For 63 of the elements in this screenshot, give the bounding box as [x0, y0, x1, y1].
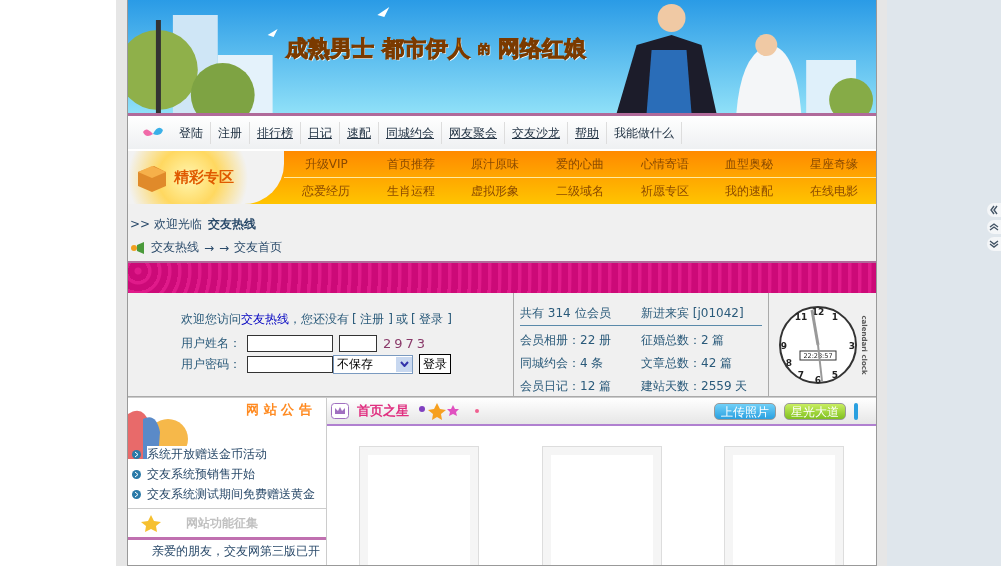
scroll-down-button[interactable] [987, 237, 1001, 251]
bullet-icon [132, 489, 141, 499]
stat-text: 文章总数：42 篇 [641, 355, 734, 372]
zone-link[interactable]: 二级域名 [537, 182, 623, 200]
nav-link[interactable]: 日记 [301, 121, 340, 144]
stat-text: 征婚总数：2 篇 [641, 332, 726, 349]
password-field[interactable] [247, 355, 333, 373]
zone-link[interactable]: 恋爱经历 [284, 182, 369, 200]
scroll-up-button[interactable] [987, 220, 1001, 234]
feature-title: 网站功能征集 [186, 514, 258, 532]
field-label: 用户姓名： [181, 335, 241, 352]
stat-text: 会员相册：22 册 [520, 332, 613, 349]
login-button[interactable]: 登录 [419, 354, 451, 374]
or-text: 或 [396, 311, 408, 328]
nav-link[interactable]: 同城约会 [379, 121, 442, 144]
bullet-icon [132, 449, 141, 459]
breadcrumb-link[interactable]: 交友首页 [234, 239, 283, 256]
zone-link[interactable]: 生肖运程 [368, 182, 454, 200]
nav-link[interactable]: 交友沙龙 [505, 121, 568, 144]
zone-link[interactable]: 虚拟形象 [453, 182, 538, 200]
dropdown-icon [399, 361, 409, 367]
stat-text: 会员日记：12 篇 [520, 378, 613, 395]
zone-link[interactable]: 我的速配 [706, 182, 792, 200]
newest-member: 新进来宾 [j01042] [641, 305, 745, 322]
crown-icon [331, 403, 349, 419]
bullet-icon [132, 469, 141, 479]
scroll-marker [854, 402, 858, 420]
login-link[interactable]: [ 登录 ] [411, 311, 452, 328]
nav-link[interactable]: 排行榜 [250, 121, 301, 144]
captcha-field[interactable] [339, 335, 377, 352]
username-field[interactable] [247, 335, 333, 352]
remember-select[interactable]: 不保存 [333, 354, 413, 374]
speaker-icon [130, 241, 146, 254]
field-label: 用户密码： [181, 355, 241, 373]
register-link[interactable]: [ 注册 ] [352, 311, 393, 328]
nav-link[interactable]: 注册 [211, 121, 250, 144]
captcha-code: 2973 [383, 336, 429, 351]
site-link[interactable]: 交友热线 [241, 312, 289, 326]
notice-title: 网 站 公 告 [246, 401, 312, 419]
arrow-text: → [204, 240, 215, 255]
nav-link[interactable]: 速配 [340, 121, 379, 144]
nav-link[interactable]: 帮助 [568, 121, 607, 144]
arrow-text: → [219, 240, 230, 255]
member-count: 共有 314 位会员 [520, 305, 612, 322]
notice-link[interactable]: 交友系统预销售开始 [147, 465, 255, 483]
login-intro: 欢迎您访问交友热线，您还没有 [181, 311, 349, 328]
nav-link[interactable]: 登陆 [172, 121, 211, 144]
zone-link[interactable]: 在线电影 [791, 182, 876, 200]
notice-link[interactable]: 系统开放赠送金币活动 [147, 445, 267, 463]
welcome-text: >> 欢迎光临 [130, 216, 202, 233]
zone-link[interactable]: 祈愿专区 [622, 182, 707, 200]
notice-link[interactable]: 交友系统测试期间免费赠送黄金 [147, 485, 315, 503]
site-name: 交友热线 [207, 216, 256, 233]
collapse-button[interactable] [987, 203, 1001, 217]
stat-text: 同城约会：4 条 [520, 355, 605, 372]
feature-text: 亲爱的朋友，交友网第三版已开 [151, 543, 321, 560]
stat-text: 建站天数：2559 天 [641, 378, 749, 395]
nav-link[interactable]: 网友聚会 [442, 121, 505, 144]
nav-link[interactable]: 我能做什么 [607, 121, 682, 144]
section-title: 首页之星 [357, 402, 409, 420]
breadcrumb-link[interactable]: 交友热线 [151, 239, 199, 256]
banner-slogan: 成熟男士 都市伊人 的 网络红娘 [286, 35, 586, 63]
zone-title: 精彩专区 [174, 168, 234, 187]
